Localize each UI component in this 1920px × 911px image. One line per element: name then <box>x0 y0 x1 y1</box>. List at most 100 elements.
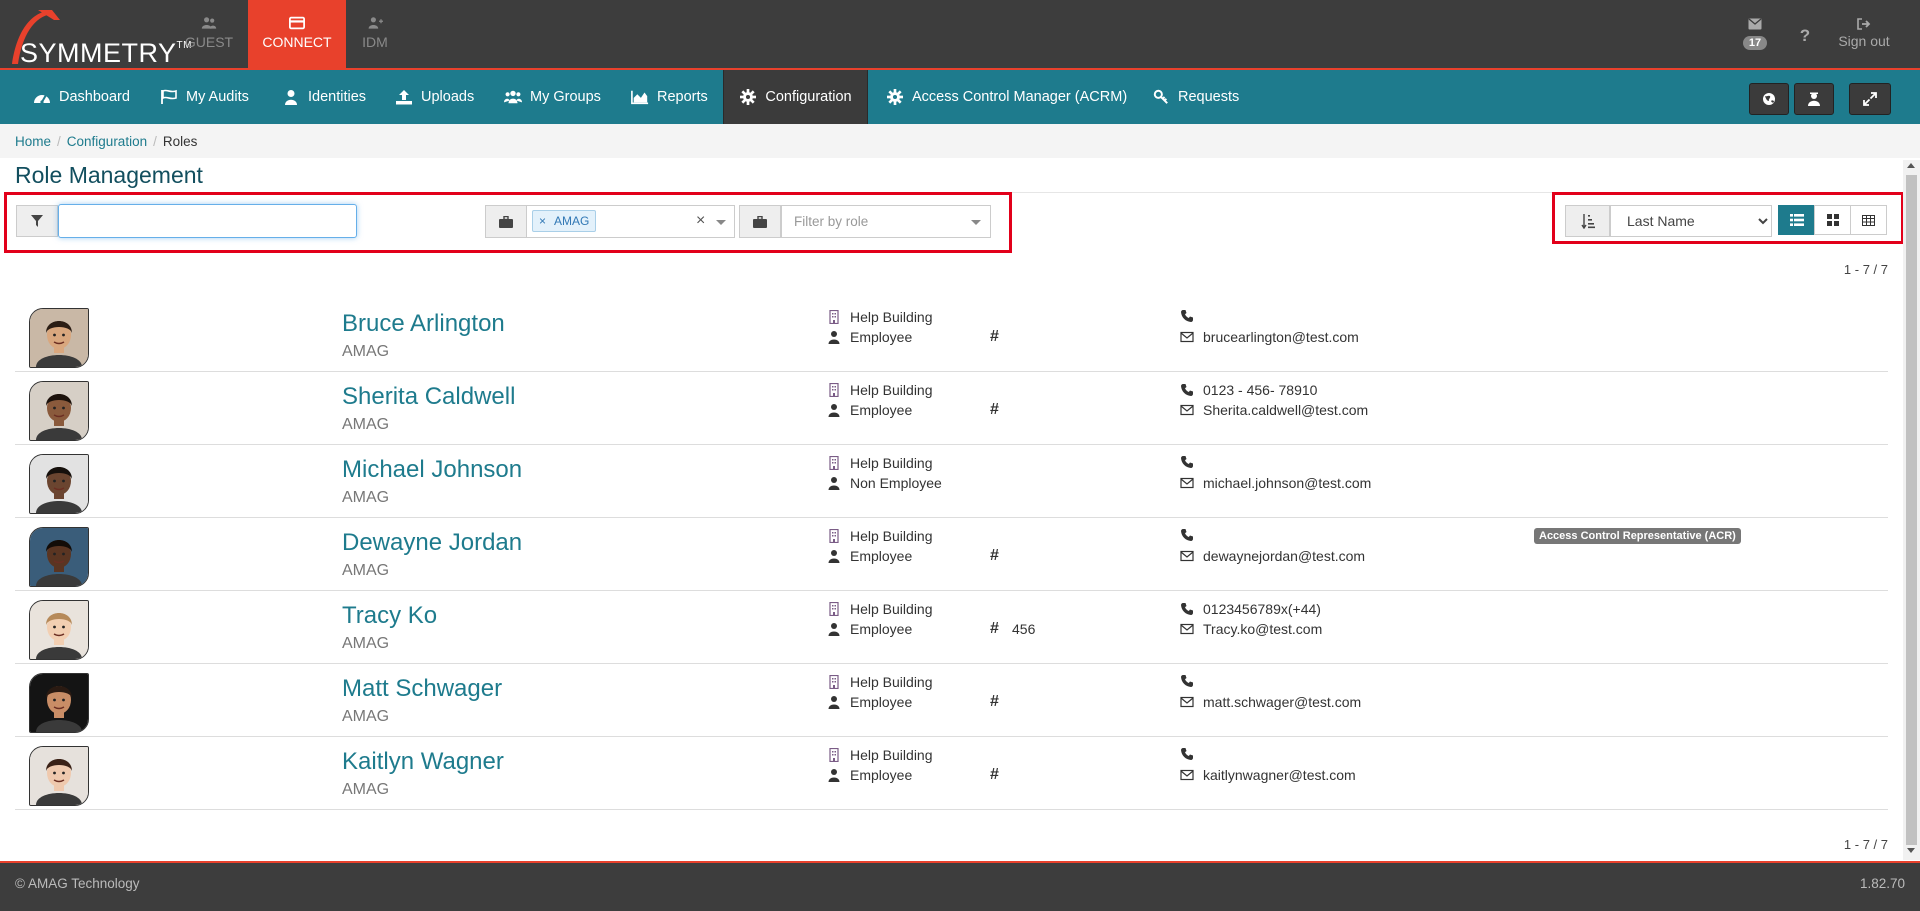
nav-label: Reports <box>657 89 708 105</box>
person-row[interactable]: Sherita Caldwell AMAG Help Building Employe… <box>15 371 1888 445</box>
scroll-up-arrow[interactable] <box>1907 163 1915 168</box>
nav-my-audits[interactable]: My Audits <box>160 70 249 124</box>
breadcrumb-home[interactable]: Home <box>15 134 51 149</box>
sort-by-select[interactable]: Last Name <box>1610 205 1772 237</box>
nav-label: Requests <box>1178 89 1240 105</box>
fullscreen-button[interactable] <box>1849 83 1891 115</box>
avatar[interactable] <box>29 381 89 441</box>
avatar[interactable] <box>29 673 89 733</box>
signout-label: Sign out <box>1838 33 1890 49</box>
person-name-link[interactable]: Bruce Arlington <box>342 310 505 338</box>
badge-number-icon: # <box>990 620 999 637</box>
phone-icon <box>1181 529 1193 541</box>
app-tab-label: GUEST <box>184 34 234 50</box>
person-phone <box>1180 455 1203 469</box>
nav-requests[interactable]: Requests <box>1152 70 1239 124</box>
person-phone <box>1180 528 1203 542</box>
role-filter-select[interactable]: Filter by role <box>781 205 991 238</box>
breadcrumb-configuration[interactable]: Configuration <box>67 134 147 149</box>
person-email: brucearlington@test.com <box>1180 329 1359 345</box>
user-profile-button[interactable] <box>1794 83 1834 115</box>
user-icon <box>828 623 840 636</box>
clear-selection-icon[interactable]: × <box>696 212 705 230</box>
tag-remove-icon[interactable]: × <box>539 214 546 228</box>
person-name-link[interactable]: Kaitlyn Wagner <box>342 748 504 776</box>
person-row[interactable]: Matt Schwager AMAG Help Building Employee ma… <box>15 663 1888 737</box>
nav-dashboard[interactable]: Dashboard <box>33 70 130 124</box>
person-row[interactable]: Bruce Arlington AMAG Help Building Employee… <box>15 298 1888 372</box>
company-tag[interactable]: × AMAG <box>532 210 597 232</box>
person-phone-text: 0123 - 456- 78910 <box>1203 382 1318 398</box>
person-email: Sherita.caldwell@test.com <box>1180 402 1368 418</box>
help-button[interactable]: ? <box>1795 26 1815 46</box>
person-email-text: dewaynejordan@test.com <box>1203 548 1366 564</box>
page-title: Role Management <box>15 162 203 188</box>
view-table-button[interactable] <box>1850 205 1887 235</box>
user-secret-icon <box>1808 92 1820 106</box>
app-tab-idm[interactable]: IDM <box>326 0 424 68</box>
avatar[interactable] <box>29 454 89 514</box>
avatar[interactable] <box>29 746 89 806</box>
person-name-link[interactable]: Tracy Ko <box>342 602 437 630</box>
person-row[interactable]: Tracy Ko AMAG Help Building Employee 0123456… <box>15 590 1888 664</box>
badge-number-icon: # <box>990 328 999 345</box>
language-button[interactable] <box>1749 83 1789 115</box>
role-badge: Access Control Representative (ACR) <box>1534 528 1741 544</box>
scroll-down-arrow[interactable] <box>1907 848 1915 853</box>
person-email: Tracy.ko@test.com <box>1180 621 1322 637</box>
breadcrumb-bar: Home / Configuration / Roles <box>0 124 1920 158</box>
avatar[interactable] <box>29 308 89 368</box>
view-grid-button[interactable] <box>1814 205 1851 235</box>
person-building: Help Building <box>827 674 933 690</box>
filter-icon <box>31 215 43 227</box>
phone-icon <box>1181 603 1193 615</box>
user-icon <box>828 696 840 709</box>
company-filter-addon <box>485 205 527 238</box>
help-icon: ? <box>1799 26 1811 45</box>
person-email-text: brucearlington@test.com <box>1203 329 1359 345</box>
nav-label: My Audits <box>186 89 249 105</box>
user-icon <box>828 769 840 782</box>
person-row[interactable]: Kaitlyn Wagner AMAG Help Building Employee k… <box>15 736 1888 810</box>
envelope-icon <box>1180 696 1194 708</box>
view-list-button[interactable] <box>1778 205 1815 235</box>
phone-icon <box>1181 675 1193 687</box>
footer-version: 1.82.70 <box>1859 876 1905 891</box>
person-type-text: Non Employee <box>850 475 942 491</box>
symmetry-logo[interactable]: SYMMETRYTM <box>6 4 191 68</box>
app-tab-label: IDM <box>362 34 388 50</box>
envelope-icon <box>1180 477 1194 489</box>
nav-my-groups[interactable]: My Groups <box>504 70 601 124</box>
person-email-text: michael.johnson@test.com <box>1203 475 1372 491</box>
company-tag-label: AMAG <box>554 214 590 228</box>
scrollbar-thumb[interactable] <box>1906 175 1917 845</box>
filter-addon <box>16 205 58 237</box>
search-input[interactable] <box>58 204 357 238</box>
envelope-icon <box>1180 404 1194 416</box>
person-name-link[interactable]: Matt Schwager <box>342 675 502 703</box>
users-icon <box>201 17 217 29</box>
person-building: Help Building <box>827 528 933 544</box>
person-name-link[interactable]: Michael Johnson <box>342 456 522 484</box>
person-row[interactable]: Michael Johnson AMAG Help Building Non Empl… <box>15 444 1888 518</box>
person-email-text: Tracy.ko@test.com <box>1203 621 1323 637</box>
messages-button[interactable]: 17 <box>1740 0 1770 50</box>
avatar[interactable] <box>29 600 89 660</box>
nav-acrm[interactable]: Access Control Manager (ACRM) <box>886 70 1127 124</box>
nav-reports[interactable]: Reports <box>631 70 708 124</box>
nav-uploads[interactable]: Uploads <box>395 70 474 124</box>
person-email-text: Sherita.caldwell@test.com <box>1203 402 1369 418</box>
nav-label: My Groups <box>530 89 601 105</box>
nav-identities[interactable]: Identities <box>282 70 366 124</box>
avatar[interactable] <box>29 527 89 587</box>
person-name-link[interactable]: Sherita Caldwell <box>342 383 515 411</box>
role-filter-addon <box>739 205 781 238</box>
app-tab-guest[interactable]: GUEST <box>160 0 258 68</box>
person-type-text: Employee <box>850 767 913 783</box>
person-name-link[interactable]: Dewayne Jordan <box>342 529 522 557</box>
person-email-text: kaitlynwagner@test.com <box>1203 767 1356 783</box>
company-filter-select[interactable]: × AMAG × <box>526 205 735 238</box>
person-row[interactable]: Dewayne Jordan AMAG Help Building Employee d… <box>15 517 1888 591</box>
nav-configuration[interactable]: Configuration <box>723 70 868 124</box>
signout-button[interactable]: Sign out <box>1834 0 1894 49</box>
